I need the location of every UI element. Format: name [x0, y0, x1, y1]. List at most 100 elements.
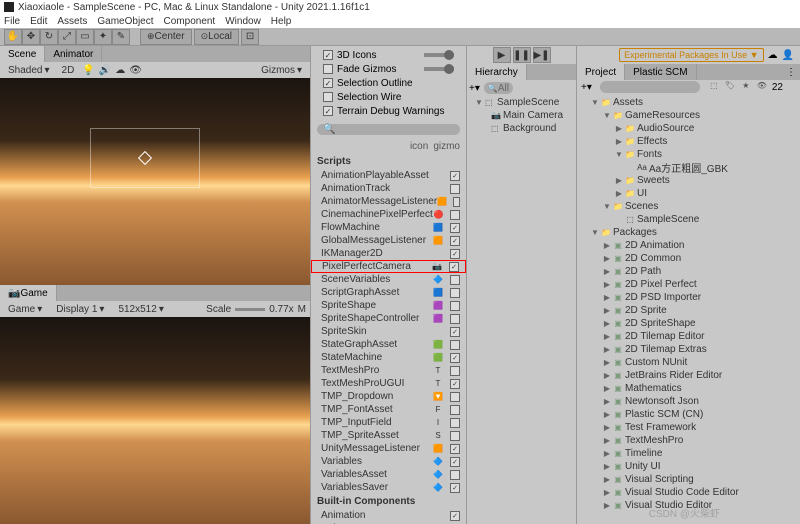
hierarchy-item-camera[interactable]: 📷Main Camera: [467, 109, 576, 122]
checkbox-icon[interactable]: [323, 78, 333, 88]
rect-tool[interactable]: ▭: [76, 29, 94, 45]
save-search-icon[interactable]: ★: [740, 81, 752, 93]
tab-hierarchy[interactable]: Hierarchy: [467, 64, 527, 80]
script-row-Variables[interactable]: Variables🔷: [311, 455, 466, 468]
gizmo-checkbox[interactable]: [450, 184, 460, 194]
scene-view[interactable]: [0, 78, 310, 285]
tab-game[interactable]: 📷 Game: [0, 285, 57, 301]
custom-tool[interactable]: ✎: [112, 29, 130, 45]
tree-pkg-textmeshpro[interactable]: ▶▣TextMeshPro: [577, 434, 800, 447]
gizmo-option-0[interactable]: 3D Icons: [317, 48, 460, 62]
gizmo-checkbox[interactable]: [450, 301, 460, 311]
tab-menu-icon[interactable]: ⋮: [782, 67, 800, 78]
tree-pkg-mathematics[interactable]: ▶▣Mathematics: [577, 382, 800, 395]
gizmo-checkbox[interactable]: [450, 340, 460, 350]
maximize-toggle[interactable]: M: [298, 304, 306, 315]
gizmo-option-4[interactable]: Terrain Debug Warnings: [317, 104, 460, 118]
menu-assets[interactable]: Assets: [57, 16, 87, 27]
game-dropdown[interactable]: Game ▾: [4, 304, 46, 315]
gizmo-checkbox[interactable]: [450, 314, 460, 324]
snap-toggle[interactable]: ⊡: [241, 29, 259, 45]
tree-pkg-2d-tilemap-editor[interactable]: ▶▣2D Tilemap Editor: [577, 330, 800, 343]
checkbox-icon[interactable]: [323, 50, 333, 60]
tree-sweets[interactable]: ▶📁Sweets: [577, 174, 800, 187]
experimental-warning[interactable]: Experimental Packages In Use ▼: [619, 48, 763, 62]
hierarchy-scene-root[interactable]: ▼⬚SampleScene: [467, 96, 576, 109]
script-row-TMP_Dropdown[interactable]: TMP_Dropdown🔽: [311, 390, 466, 403]
tab-animator[interactable]: Animator: [45, 46, 102, 62]
menu-file[interactable]: File: [4, 16, 20, 27]
tree-scenes[interactable]: ▼📁Scenes: [577, 200, 800, 213]
tree-pkg-2d-sprite[interactable]: ▶▣2D Sprite: [577, 304, 800, 317]
menu-gameobject[interactable]: GameObject: [97, 16, 153, 27]
gizmos-dropdown[interactable]: Gizmos ▾: [257, 65, 306, 76]
pivot-local[interactable]: ⊙Local: [194, 29, 239, 45]
hierarchy-search[interactable]: 🔍 All: [484, 82, 513, 94]
script-row-ScriptGraphAsset[interactable]: ScriptGraphAsset🟦: [311, 286, 466, 299]
slider[interactable]: [424, 53, 454, 57]
mode-2d[interactable]: 2D: [58, 65, 79, 76]
gizmo-checkbox[interactable]: [450, 210, 460, 220]
tree-pkg-test-framework[interactable]: ▶▣Test Framework: [577, 421, 800, 434]
gizmo-option-3[interactable]: Selection Wire: [317, 90, 460, 104]
shading-mode[interactable]: Shaded ▾: [4, 65, 54, 76]
play-button[interactable]: ▶: [493, 47, 511, 63]
gizmo-checkbox[interactable]: [450, 353, 460, 363]
gizmo-checkbox[interactable]: [450, 379, 460, 389]
script-row-TMP_InputField[interactable]: TMP_InputFieldI: [311, 416, 466, 429]
scene-light-icon[interactable]: 💡: [82, 65, 94, 76]
gizmo-checkbox[interactable]: [450, 511, 460, 521]
script-row-VariablesAsset[interactable]: VariablesAsset🔷: [311, 468, 466, 481]
script-row-SpriteShape[interactable]: SpriteShape🟪: [311, 299, 466, 312]
gizmo-checkbox[interactable]: [450, 249, 460, 259]
tree-font-file[interactable]: AaAa方正粗圆_GBK: [577, 161, 800, 174]
scale-slider[interactable]: [235, 308, 265, 311]
pause-button[interactable]: ❚❚: [513, 47, 531, 63]
tree-pkg-visual-studio-code-editor[interactable]: ▶▣Visual Studio Code Editor: [577, 486, 800, 499]
tree-samplescene[interactable]: ⬚SampleScene: [577, 213, 800, 226]
checkbox-icon[interactable]: [323, 106, 333, 116]
script-row-IKManager2D[interactable]: IKManager2D: [311, 247, 466, 260]
tab-scene[interactable]: Scene: [0, 46, 45, 62]
tree-packages[interactable]: ▼📁Packages: [577, 226, 800, 239]
pivot-center[interactable]: ⊕Center: [140, 29, 192, 45]
tree-pkg-jetbrains-rider-editor[interactable]: ▶▣JetBrains Rider Editor: [577, 369, 800, 382]
slider[interactable]: [424, 67, 454, 71]
script-row-SpriteShapeController[interactable]: SpriteShapeController🟪: [311, 312, 466, 325]
script-row-TextMeshPro[interactable]: TextMeshProT: [311, 364, 466, 377]
script-row-TextMeshProUGUI[interactable]: TextMeshProUGUIT: [311, 377, 466, 390]
tree-assets[interactable]: ▼📁Assets: [577, 96, 800, 109]
gizmo-checkbox[interactable]: [450, 470, 460, 480]
tree-pkg-plastic-scm-(cn)[interactable]: ▶▣Plastic SCM (CN): [577, 408, 800, 421]
gizmo-checkbox[interactable]: [450, 431, 460, 441]
tree-gameresources[interactable]: ▼📁GameResources: [577, 109, 800, 122]
tree-pkg-unity-ui[interactable]: ▶▣Unity UI: [577, 460, 800, 473]
gizmo-checkbox[interactable]: [450, 223, 460, 233]
display-dropdown[interactable]: Display 1 ▾: [52, 304, 108, 315]
tree-ui[interactable]: ▶📁UI: [577, 187, 800, 200]
script-row-AnimatorMessageListener[interactable]: AnimatorMessageListener🟧: [311, 195, 466, 208]
checkbox-icon[interactable]: [323, 92, 333, 102]
gizmo-checkbox[interactable]: [453, 197, 460, 207]
tree-pkg-2d-tilemap-extras[interactable]: ▶▣2D Tilemap Extras: [577, 343, 800, 356]
script-row-GlobalMessageListener[interactable]: GlobalMessageListener🟧: [311, 234, 466, 247]
gizmo-checkbox[interactable]: [450, 327, 460, 337]
gizmo-checkbox[interactable]: [450, 288, 460, 298]
scene-hidden-icon[interactable]: 👁: [129, 65, 142, 76]
scale-tool[interactable]: ⤢: [58, 29, 76, 45]
menu-component[interactable]: Component: [164, 16, 216, 27]
script-row-StateGraphAsset[interactable]: StateGraphAsset🟩: [311, 338, 466, 351]
tree-pkg-newtonsoft-json[interactable]: ▶▣Newtonsoft Json: [577, 395, 800, 408]
gizmo-checkbox[interactable]: [450, 405, 460, 415]
tree-pkg-2d-common[interactable]: ▶▣2D Common: [577, 252, 800, 265]
script-row-StateMachine[interactable]: StateMachine🟩: [311, 351, 466, 364]
resolution-dropdown[interactable]: 512x512 ▾: [114, 304, 167, 315]
tree-pkg-2d-animation[interactable]: ▶▣2D Animation: [577, 239, 800, 252]
tab-plasticscm[interactable]: Plastic SCM: [625, 64, 696, 80]
tree-effects[interactable]: ▶📁Effects: [577, 135, 800, 148]
script-row-UnityMessageListener[interactable]: UnityMessageListener🟧: [311, 442, 466, 455]
tree-pkg-custom-nunit[interactable]: ▶▣Custom NUnit: [577, 356, 800, 369]
gizmo-checkbox[interactable]: [450, 275, 460, 285]
gizmo-option-1[interactable]: Fade Gizmos: [317, 62, 460, 76]
project-search[interactable]: [600, 81, 700, 93]
